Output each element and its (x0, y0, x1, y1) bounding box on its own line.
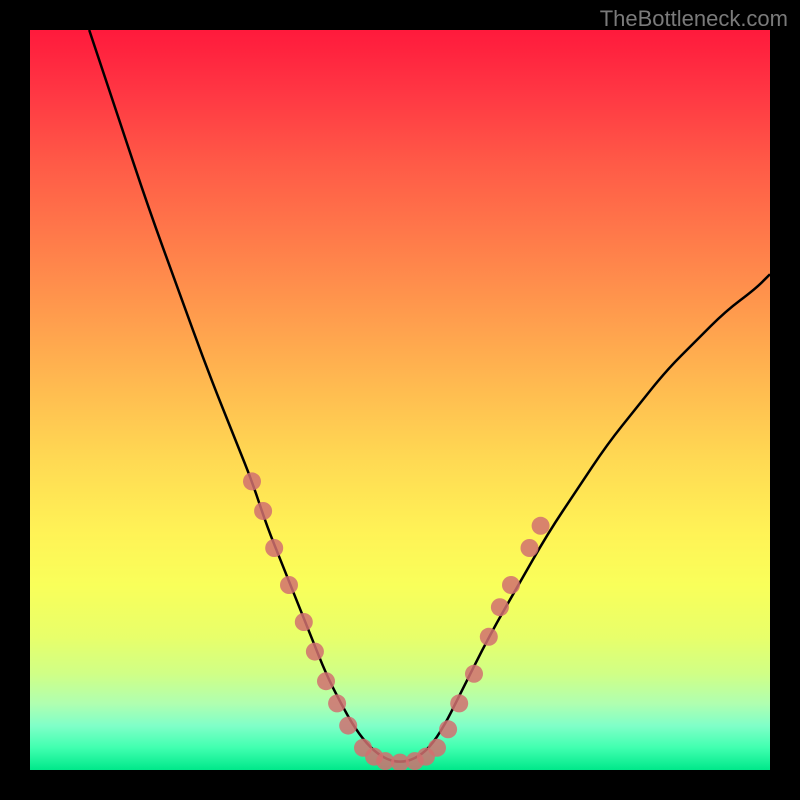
highlight-dots-group (243, 472, 550, 770)
highlight-dot (428, 739, 446, 757)
highlight-dot (306, 643, 324, 661)
highlight-dot (317, 672, 335, 690)
highlight-dot (328, 694, 346, 712)
highlight-dot (521, 539, 539, 557)
highlight-dot (480, 628, 498, 646)
bottleneck-curve-line (89, 30, 770, 762)
highlight-dot (265, 539, 283, 557)
highlight-dot (532, 517, 550, 535)
chart-frame: TheBottleneck.com (0, 0, 800, 800)
highlight-dot (339, 717, 357, 735)
highlight-dot (491, 598, 509, 616)
plot-area (30, 30, 770, 770)
highlight-dot (450, 694, 468, 712)
watermark-text: TheBottleneck.com (600, 6, 788, 32)
curve-group (89, 30, 770, 762)
highlight-dot (254, 502, 272, 520)
highlight-dot (295, 613, 313, 631)
highlight-dot (280, 576, 298, 594)
highlight-dot (243, 472, 261, 490)
highlight-dot (439, 720, 457, 738)
highlight-dot (465, 665, 483, 683)
bottleneck-chart (30, 30, 770, 770)
highlight-dot (502, 576, 520, 594)
